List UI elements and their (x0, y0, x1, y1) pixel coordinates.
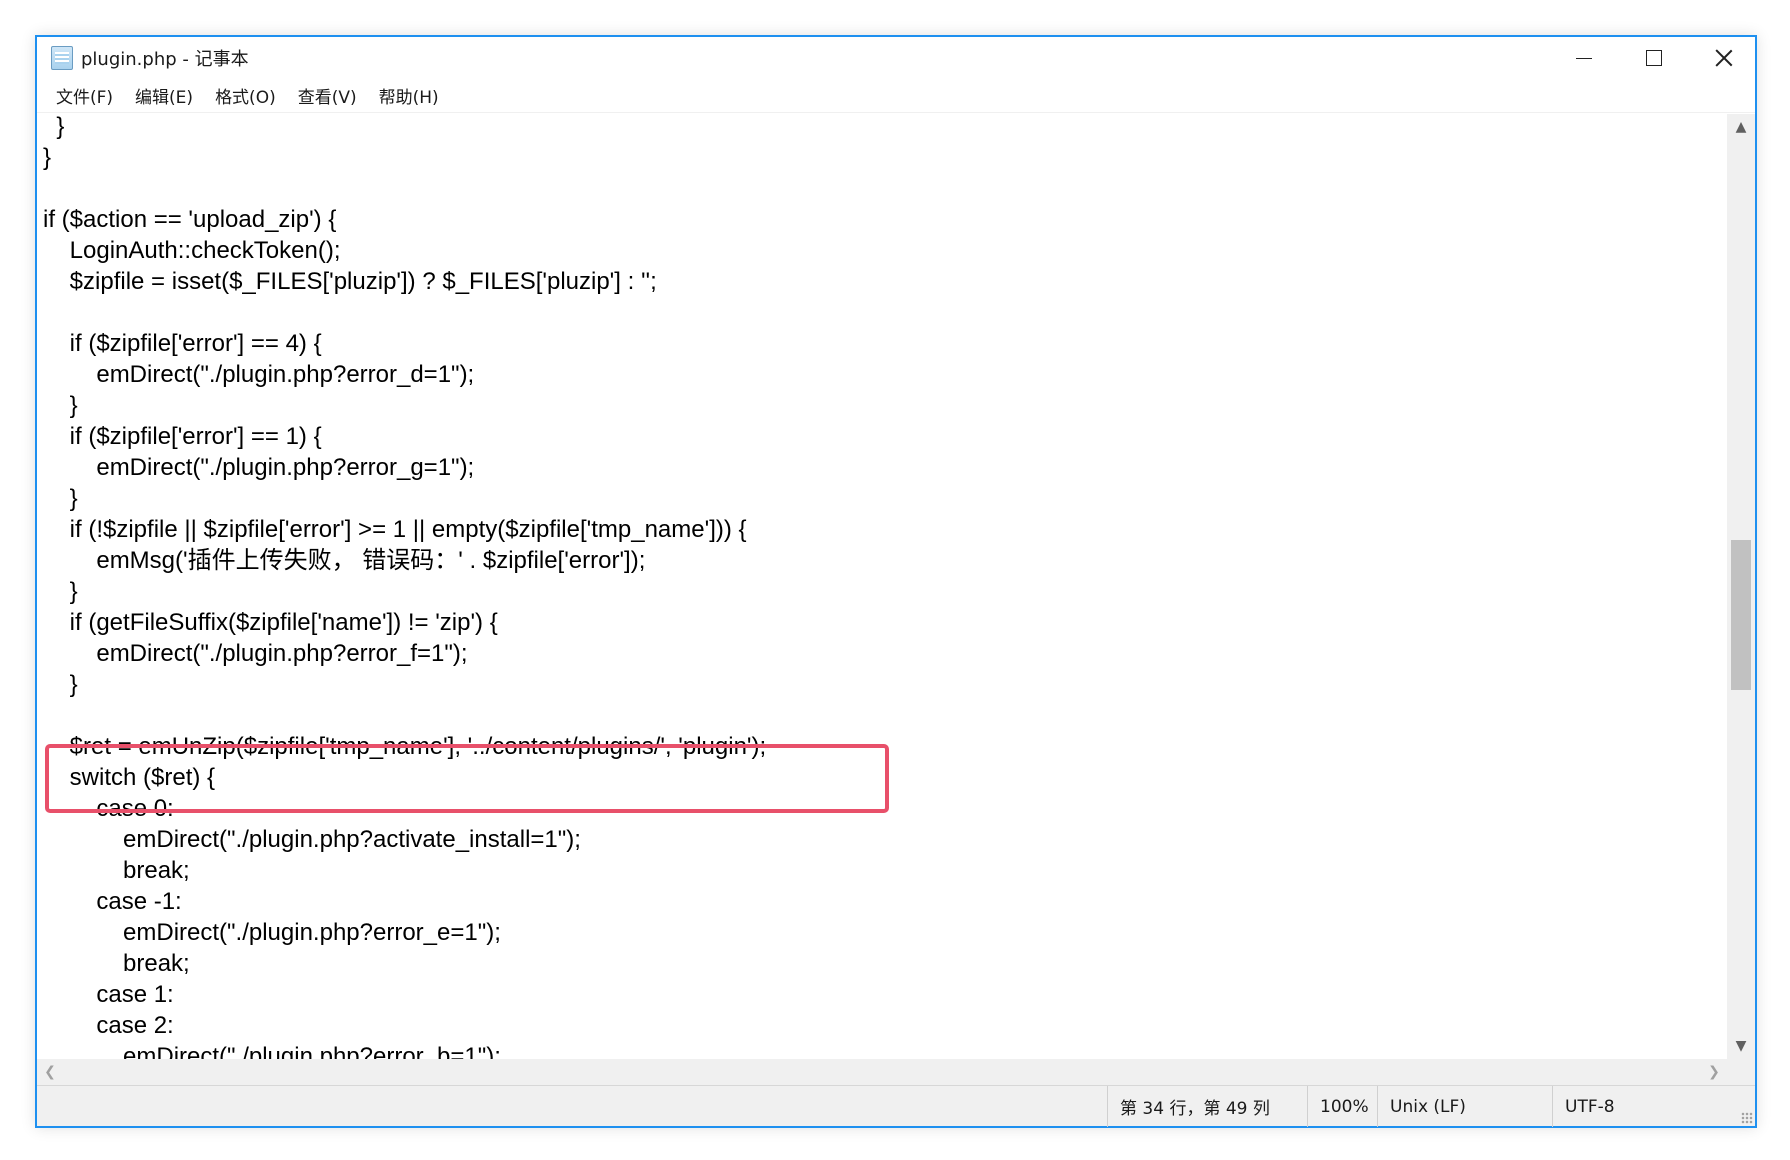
minimize-button[interactable] (1549, 37, 1619, 79)
code-line: } (43, 392, 78, 419)
code-line: case -1: (43, 888, 182, 915)
code-line: if ($action == 'upload_zip') { (43, 206, 337, 233)
code-line: emMsg('插件上传失败， 错误码：' . $zipfile['error']… (43, 547, 646, 574)
horizontal-scrollbar[interactable]: ❮ ❯ (37, 1059, 1727, 1085)
code-line: if (getFileSuffix($zipfile['name']) != '… (43, 609, 498, 636)
code-text: }} if ($action == 'upload_zip') { LoginAu… (43, 114, 766, 1072)
code-line: } (43, 144, 52, 171)
code-line: break; (43, 857, 190, 884)
vertical-scroll-thumb[interactable] (1731, 540, 1751, 690)
code-line: } (43, 114, 65, 140)
menu-item-view[interactable]: 查看(V) (287, 79, 368, 112)
encoding: UTF-8 (1552, 1086, 1755, 1127)
code-line: emDirect("./plugin.php?error_d=1"); (43, 361, 475, 388)
scroll-right-icon[interactable]: ❯ (1701, 1059, 1727, 1085)
maximize-icon (1646, 50, 1662, 66)
notepad-window: plugin.php - 记事本 文件(F) 编辑(E) 格式(O) 查看(V)… (35, 35, 1757, 1128)
menu-item-edit[interactable]: 编辑(E) (124, 79, 204, 112)
code-line: if ($zipfile['error'] == 4) { (43, 330, 322, 357)
notepad-icon[interactable] (51, 46, 73, 70)
code-line: emDirect("./plugin.php?error_f=1"); (43, 640, 468, 667)
code-line: case 0: (43, 795, 174, 822)
close-icon (1715, 49, 1733, 67)
close-button[interactable] (1689, 37, 1759, 79)
code-line: break; (43, 950, 190, 977)
code-line: $zipfile = isset($_FILES['pluzip']) ? $_… (43, 268, 657, 295)
code-line: emDirect("./plugin.php?error_e=1"); (43, 919, 501, 946)
code-line: if ($zipfile['error'] == 1) { (43, 423, 322, 450)
code-line: switch ($ret) { (43, 764, 216, 791)
code-line: LoginAuth::checkToken(); (43, 237, 341, 264)
menu-bar: 文件(F) 编辑(E) 格式(O) 查看(V) 帮助(H) (37, 79, 1755, 113)
code-line: case 1: (43, 981, 174, 1008)
cursor-position: 第 34 行，第 49 列 (1107, 1086, 1307, 1127)
line-ending: Unix (LF) (1377, 1086, 1552, 1127)
scroll-down-icon[interactable]: ▼ (1727, 1033, 1755, 1059)
code-line: emDirect("./plugin.php?activate_install=… (43, 826, 581, 853)
zoom-level: 100% (1307, 1086, 1377, 1127)
vertical-scrollbar[interactable]: ▲ ▼ (1727, 114, 1755, 1059)
code-line: case 2: (43, 1012, 174, 1039)
code-line: } (43, 578, 78, 605)
resize-grip-icon[interactable] (1741, 1112, 1753, 1124)
status-bar: 第 34 行，第 49 列 100% Unix (LF) UTF-8 (37, 1085, 1755, 1127)
minimize-icon (1576, 57, 1592, 59)
window-title: plugin.php - 记事本 (81, 49, 249, 70)
maximize-button[interactable] (1619, 37, 1689, 79)
menu-item-help[interactable]: 帮助(H) (368, 79, 450, 112)
scroll-up-icon[interactable]: ▲ (1727, 114, 1755, 140)
menu-item-format[interactable]: 格式(O) (204, 79, 287, 112)
scrollbar-corner (1727, 1059, 1755, 1085)
scroll-left-icon[interactable]: ❮ (37, 1059, 63, 1085)
title-bar[interactable]: plugin.php - 记事本 (37, 37, 1755, 79)
code-line: emDirect("./plugin.php?error_g=1"); (43, 454, 475, 481)
code-line: if (!$zipfile || $zipfile['error'] >= 1 … (43, 516, 747, 543)
code-line: } (43, 485, 78, 512)
menu-item-file[interactable]: 文件(F) (45, 79, 124, 112)
code-line: } (43, 671, 78, 698)
code-line: $ret = emUnZip($zipfile['tmp_name'], '..… (43, 733, 767, 760)
text-editor[interactable]: }} if ($action == 'upload_zip') { LoginAu… (37, 114, 1727, 1100)
